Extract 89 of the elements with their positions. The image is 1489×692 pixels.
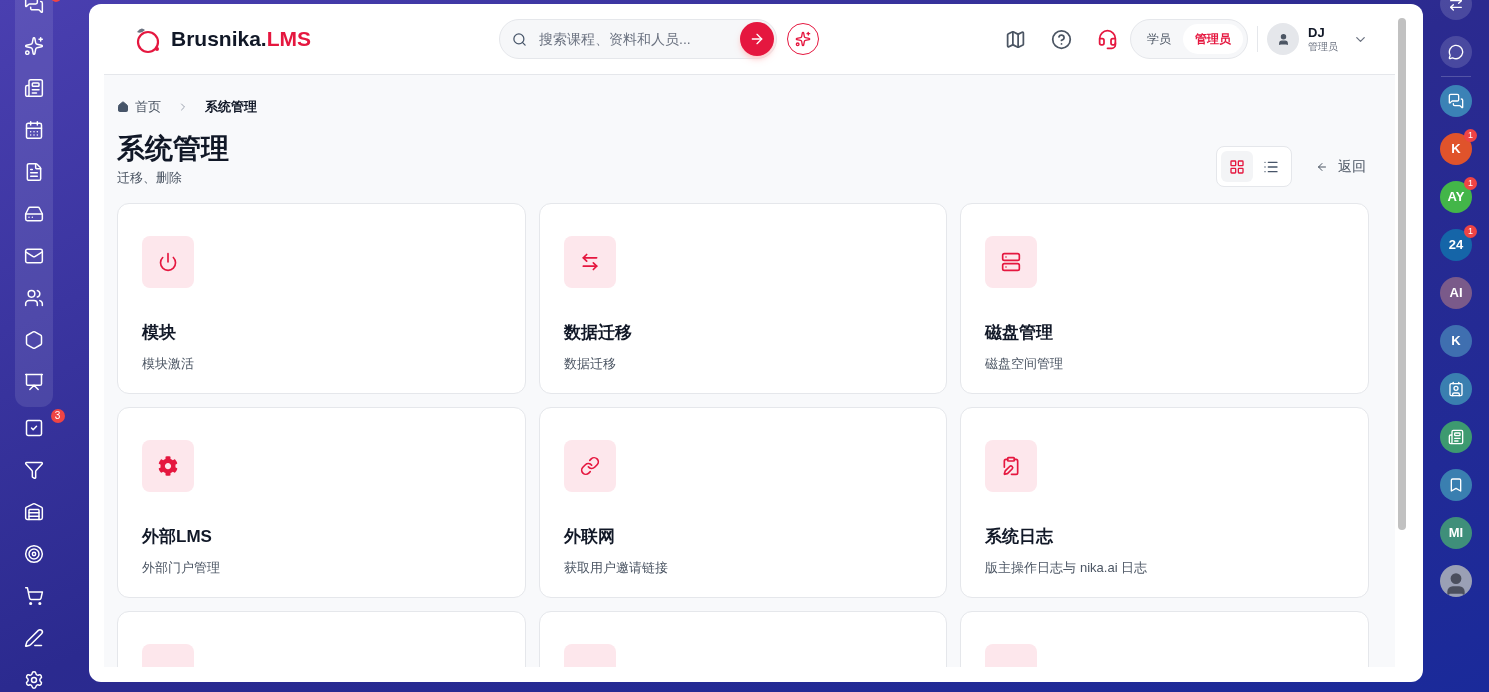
warehouse-icon	[23, 502, 44, 522]
card-description: 获取用户邀请链接	[563, 558, 669, 577]
clipboard-pen-icon	[1001, 456, 1022, 476]
grid-view-button[interactable]	[1221, 151, 1253, 182]
card[interactable]: 外部LMS 外部门户管理	[117, 407, 526, 598]
settings-icon	[23, 670, 44, 690]
contact-icon	[1448, 381, 1464, 397]
map-icon[interactable]	[1005, 28, 1026, 50]
power-icon	[158, 252, 178, 272]
chat-initials: MI	[1448, 524, 1464, 543]
page-title: 系统管理	[117, 131, 229, 166]
server-icon	[1001, 252, 1022, 272]
notification-badge: 1	[1464, 129, 1477, 142]
card-title: 数据迁移	[563, 322, 633, 344]
card-description: 模块激活	[142, 354, 195, 373]
logo-text: Brusnika.LMS	[171, 26, 312, 53]
chat-initials: K	[1451, 140, 1461, 159]
mail-icon	[23, 246, 44, 266]
chat-icon	[1448, 44, 1464, 60]
card-description: 版主操作日志与 nika.ai 日志	[985, 558, 1149, 577]
role-tab[interactable]: 管理员	[1183, 24, 1243, 54]
pen-icon	[23, 628, 44, 648]
notification-badge: 1	[1464, 177, 1477, 190]
messages-icon	[1448, 93, 1464, 109]
news-icon	[1448, 429, 1464, 445]
card[interactable]: 模块 模块激活	[117, 203, 526, 394]
dock-chat-button[interactable]: AI	[1440, 277, 1472, 309]
card[interactable]: 系统日志 版主操作日志与 nika.ai 日志	[960, 407, 1369, 598]
hexagon-icon	[23, 330, 44, 350]
search-icon	[512, 31, 527, 47]
card-description: 外部门户管理	[142, 558, 221, 577]
notification-badge: 1	[1464, 225, 1477, 238]
sparkle-icon	[795, 31, 811, 47]
sparkle-icon	[23, 36, 44, 56]
search-input[interactable]: 搜索课程、资料和人员...	[539, 28, 740, 50]
headset-icon[interactable]	[1097, 28, 1118, 50]
dock-chat-button[interactable]	[1440, 421, 1472, 453]
dock-chat-button[interactable]: K	[1440, 325, 1472, 357]
help-icon[interactable]	[1051, 28, 1072, 50]
gear-icon	[158, 456, 178, 476]
calendar-icon	[23, 120, 44, 140]
dock-chat-button[interactable]	[1440, 85, 1472, 117]
link-icon	[579, 456, 600, 476]
avatar[interactable]	[1440, 565, 1472, 597]
presentation-icon	[23, 372, 44, 392]
card-description: 数据迁移	[563, 354, 617, 373]
dock-chat-button[interactable]	[1440, 469, 1472, 501]
user-role: 管理员	[1308, 40, 1338, 54]
news-icon	[23, 78, 44, 98]
cart-icon	[23, 586, 44, 606]
home-icon	[117, 100, 129, 113]
card-description: 磁盘空间管理	[985, 354, 1065, 373]
checkbox-icon	[23, 418, 44, 438]
scrollbar-thumb[interactable]	[1398, 18, 1406, 530]
funnel-icon	[23, 460, 44, 480]
bookmark-icon	[1448, 477, 1464, 493]
users-icon	[23, 288, 44, 308]
dock-chat-button[interactable]: MI	[1440, 517, 1472, 549]
dock-chat-button[interactable]	[1440, 36, 1472, 68]
arrow-left-icon	[1316, 160, 1328, 173]
person-icon	[1276, 32, 1290, 46]
card-title: 磁盘管理	[985, 322, 1055, 344]
target-icon	[23, 544, 44, 564]
exchange-icon	[1448, 0, 1464, 12]
card[interactable]: 磁盘管理 磁盘空间管理	[960, 203, 1369, 394]
breadcrumb-link[interactable]: 首页	[135, 97, 161, 117]
breadcrumb-current: 系统管理	[205, 98, 257, 116]
chat-initials: AY	[1447, 188, 1465, 207]
dock-chat-button[interactable]	[1440, 373, 1472, 405]
drive-icon	[23, 204, 44, 224]
back-button[interactable]: 返回	[1316, 156, 1366, 177]
card-title: 模块	[142, 322, 177, 344]
card-title: 系统日志	[985, 526, 1055, 548]
search-field[interactable]: 搜索课程、资料和人员...	[499, 19, 777, 59]
user-initials: DJ	[1308, 24, 1326, 41]
card[interactable]: 数据迁移 数据迁移	[538, 203, 948, 394]
search-submit-button[interactable]	[740, 22, 774, 56]
chat-icon	[23, 0, 44, 14]
grid-icon	[1229, 158, 1245, 175]
chat-initials: 24	[1448, 236, 1464, 255]
page-subtitle: 迁移、删除	[117, 168, 183, 187]
card-title: 外部LMS	[142, 526, 213, 548]
role-tab[interactable]: 学员	[1135, 24, 1183, 54]
card[interactable]: 外联网 获取用户邀请链接	[538, 407, 948, 598]
chat-initials: AI	[1449, 284, 1463, 303]
notification-badge: 3	[50, 409, 65, 423]
card-title: 外联网	[563, 526, 616, 548]
chat-initials: K	[1451, 332, 1461, 351]
user-avatar[interactable]	[1267, 23, 1299, 55]
